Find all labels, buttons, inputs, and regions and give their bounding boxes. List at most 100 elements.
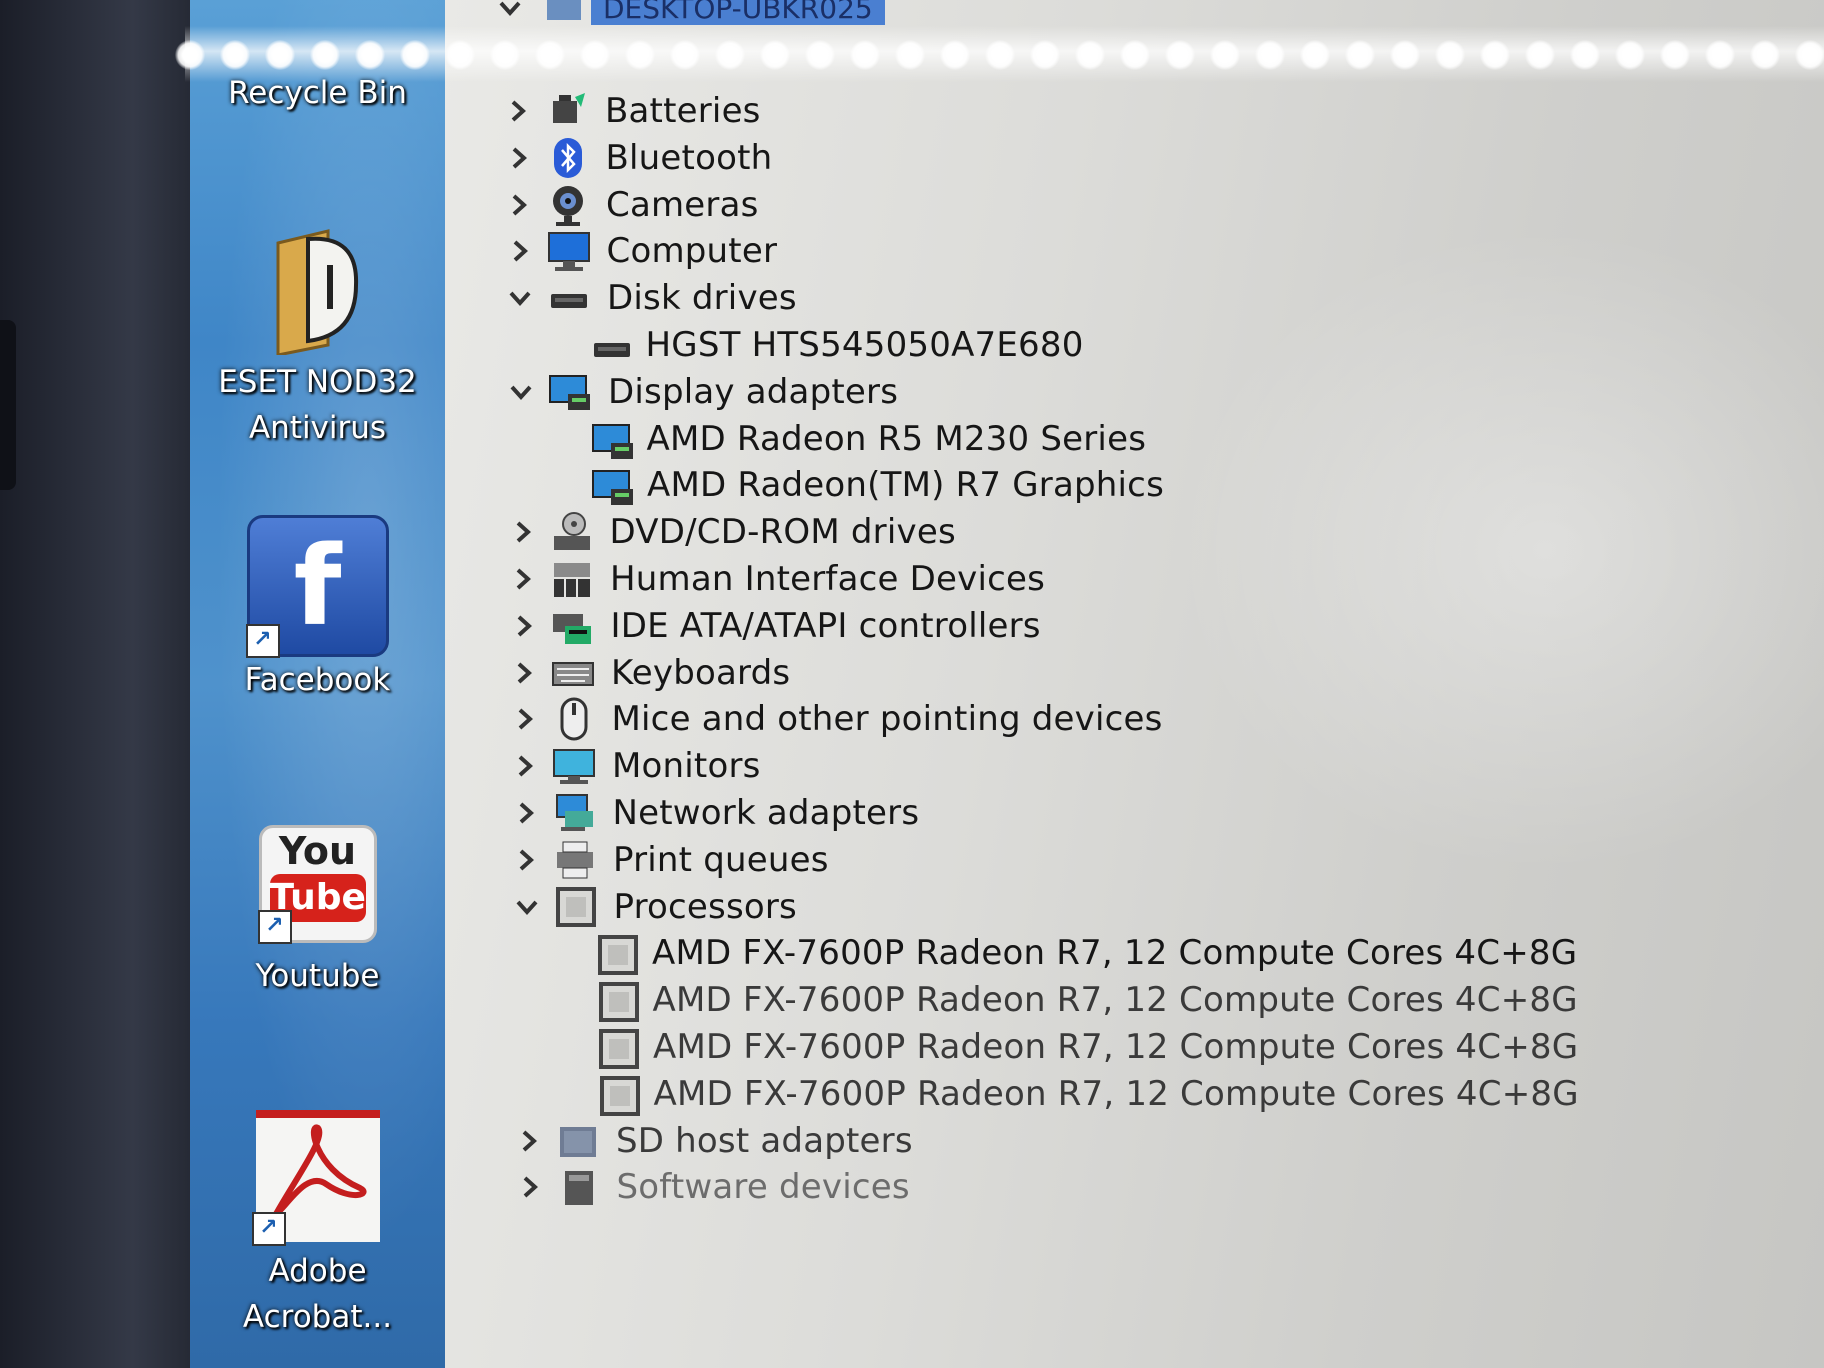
computer-icon — [547, 229, 591, 273]
led-dot — [1615, 40, 1645, 70]
expand-chevron-icon[interactable] — [505, 236, 535, 266]
processor-icon — [554, 885, 598, 929]
expand-chevron-icon[interactable] — [515, 1172, 545, 1202]
device-label: AMD FX-7600P Radeon R7, 12 Compute Cores… — [652, 933, 1578, 974]
monitor-icon — [552, 744, 596, 788]
led-dot — [490, 40, 520, 70]
desktop-icon-facebook[interactable]: f ↗ Facebook — [190, 515, 445, 703]
disk-drive-icon — [547, 276, 591, 320]
expand-chevron-icon[interactable] — [509, 611, 539, 641]
category-label: IDE ATA/ATAPI controllers — [610, 605, 1041, 646]
led-dot — [1705, 40, 1735, 70]
device-label: AMD FX-7600P Radeon R7, 12 Compute Cores… — [653, 1027, 1579, 1067]
led-dot — [1255, 40, 1285, 70]
category-label: Network adapters — [612, 793, 920, 833]
screen-bezel — [0, 0, 190, 1368]
eset-folder-icon — [268, 225, 368, 359]
collapse-chevron-icon[interactable] — [506, 377, 536, 407]
tree-root-node[interactable]: DESKTOP-UBKR025 — [495, 0, 885, 28]
desktop-icon-youtube[interactable]: You Tube ↗ Youtube — [190, 825, 445, 999]
led-dot — [805, 40, 835, 70]
led-dot — [760, 40, 790, 70]
ide-controller-icon — [551, 604, 595, 648]
bluetooth-icon — [546, 136, 590, 180]
shortcut-arrow-icon: ↗ — [251, 1212, 286, 1246]
desktop-icon-label: ESET NOD32 Antivirus — [218, 364, 417, 446]
device-manager-tree-pane[interactable]: DESKTOP-UBKR025 Batteries Bluetooth Camera… — [445, 0, 1824, 1368]
led-dot — [715, 40, 745, 70]
category-label: Print queues — [613, 839, 829, 880]
expand-chevron-icon[interactable] — [509, 658, 539, 688]
led-dot — [850, 40, 880, 70]
youtube-logo-icon: You Tube ↗ — [257, 825, 377, 944]
desktop-icon-adobe-acrobat[interactable]: ↗ Adobe Acrobat... — [190, 1110, 445, 1340]
battery-icon — [545, 89, 589, 133]
led-dot — [310, 40, 340, 70]
youtube-glyph-top: You — [278, 829, 357, 873]
expand-chevron-icon[interactable] — [508, 517, 538, 547]
device-label: AMD Radeon R5 M230 Series — [646, 418, 1147, 459]
device-label: AMD FX-7600P Radeon R7, 12 Compute Cores… — [653, 1073, 1579, 1114]
expand-chevron-icon[interactable] — [510, 704, 540, 734]
desktop: Recycle Bin ESET NOD32 Antivirus f ↗ Fac… — [190, 0, 445, 1368]
expand-chevron-icon[interactable] — [511, 798, 541, 828]
category-label: Computer — [606, 231, 778, 272]
led-dot — [1075, 40, 1105, 70]
led-dot — [1030, 40, 1060, 70]
device-label: HGST HTS545050A7E680 — [645, 325, 1084, 365]
processor-icon — [597, 1027, 639, 1069]
led-dot — [1390, 40, 1420, 70]
device-label: AMD Radeon(TM) R7 Graphics — [647, 465, 1164, 506]
facebook-glyph: f — [293, 522, 342, 650]
desktop-icon-label: Adobe Acrobat... — [242, 1253, 393, 1335]
shortcut-arrow-icon: ↗ — [257, 910, 292, 944]
tree-root-label: DESKTOP-UBKR025 — [591, 0, 885, 25]
category-label: Software devices — [616, 1167, 910, 1208]
facebook-logo-icon: f ↗ — [245, 515, 389, 658]
collapse-chevron-icon[interactable] — [495, 0, 525, 23]
category-label: Keyboards — [611, 652, 791, 693]
display-adapter-icon — [548, 370, 592, 414]
expand-chevron-icon[interactable] — [508, 564, 538, 594]
led-dot — [265, 40, 295, 70]
software-device-icon — [557, 1165, 601, 1209]
expand-chevron-icon[interactable] — [504, 190, 534, 220]
desktop-icon-eset[interactable]: ESET NOD32 Antivirus — [190, 225, 445, 451]
category-software-devices[interactable]: Software devices — [515, 1160, 910, 1214]
expand-chevron-icon[interactable] — [510, 751, 540, 781]
collapse-chevron-icon[interactable] — [512, 892, 542, 922]
category-label: Human Interface Devices — [610, 559, 1046, 599]
led-dot — [445, 40, 475, 70]
led-dot — [1435, 40, 1465, 70]
category-label: Disk drives — [607, 278, 797, 319]
led-dot — [580, 40, 610, 70]
dvd-drive-icon — [550, 510, 594, 554]
camera-icon — [546, 183, 590, 227]
category-label: Display adapters — [608, 371, 899, 412]
collapse-chevron-icon[interactable] — [505, 283, 535, 313]
bezel-notch — [0, 320, 16, 490]
expand-chevron-icon[interactable] — [503, 96, 533, 126]
led-dot — [1480, 40, 1510, 70]
computer-root-icon — [547, 0, 581, 20]
desktop-icon-label: Youtube — [255, 958, 380, 994]
category-label: Mice and other pointing devices — [611, 699, 1163, 740]
display-adapter-icon — [591, 465, 633, 506]
category-label: DVD/CD-ROM drives — [609, 512, 956, 553]
led-dot — [1660, 40, 1690, 70]
expand-chevron-icon[interactable] — [511, 845, 541, 875]
led-dot — [1300, 40, 1330, 70]
sd-adapter-icon — [556, 1119, 600, 1163]
expand-chevron-icon[interactable] — [504, 143, 534, 173]
desktop-icon-label: Facebook — [244, 662, 391, 698]
category-label: Bluetooth — [605, 137, 773, 178]
led-dot — [1345, 40, 1375, 70]
category-label: Cameras — [606, 184, 759, 225]
shortcut-arrow-icon: ↗ — [245, 624, 280, 658]
led-light-reflection — [175, 26, 1824, 82]
led-dot — [355, 40, 385, 70]
led-dot — [670, 40, 700, 70]
acrobat-pdf-icon: ↗ — [251, 1110, 380, 1246]
expand-chevron-icon[interactable] — [514, 1126, 544, 1156]
led-dot — [1525, 40, 1555, 70]
